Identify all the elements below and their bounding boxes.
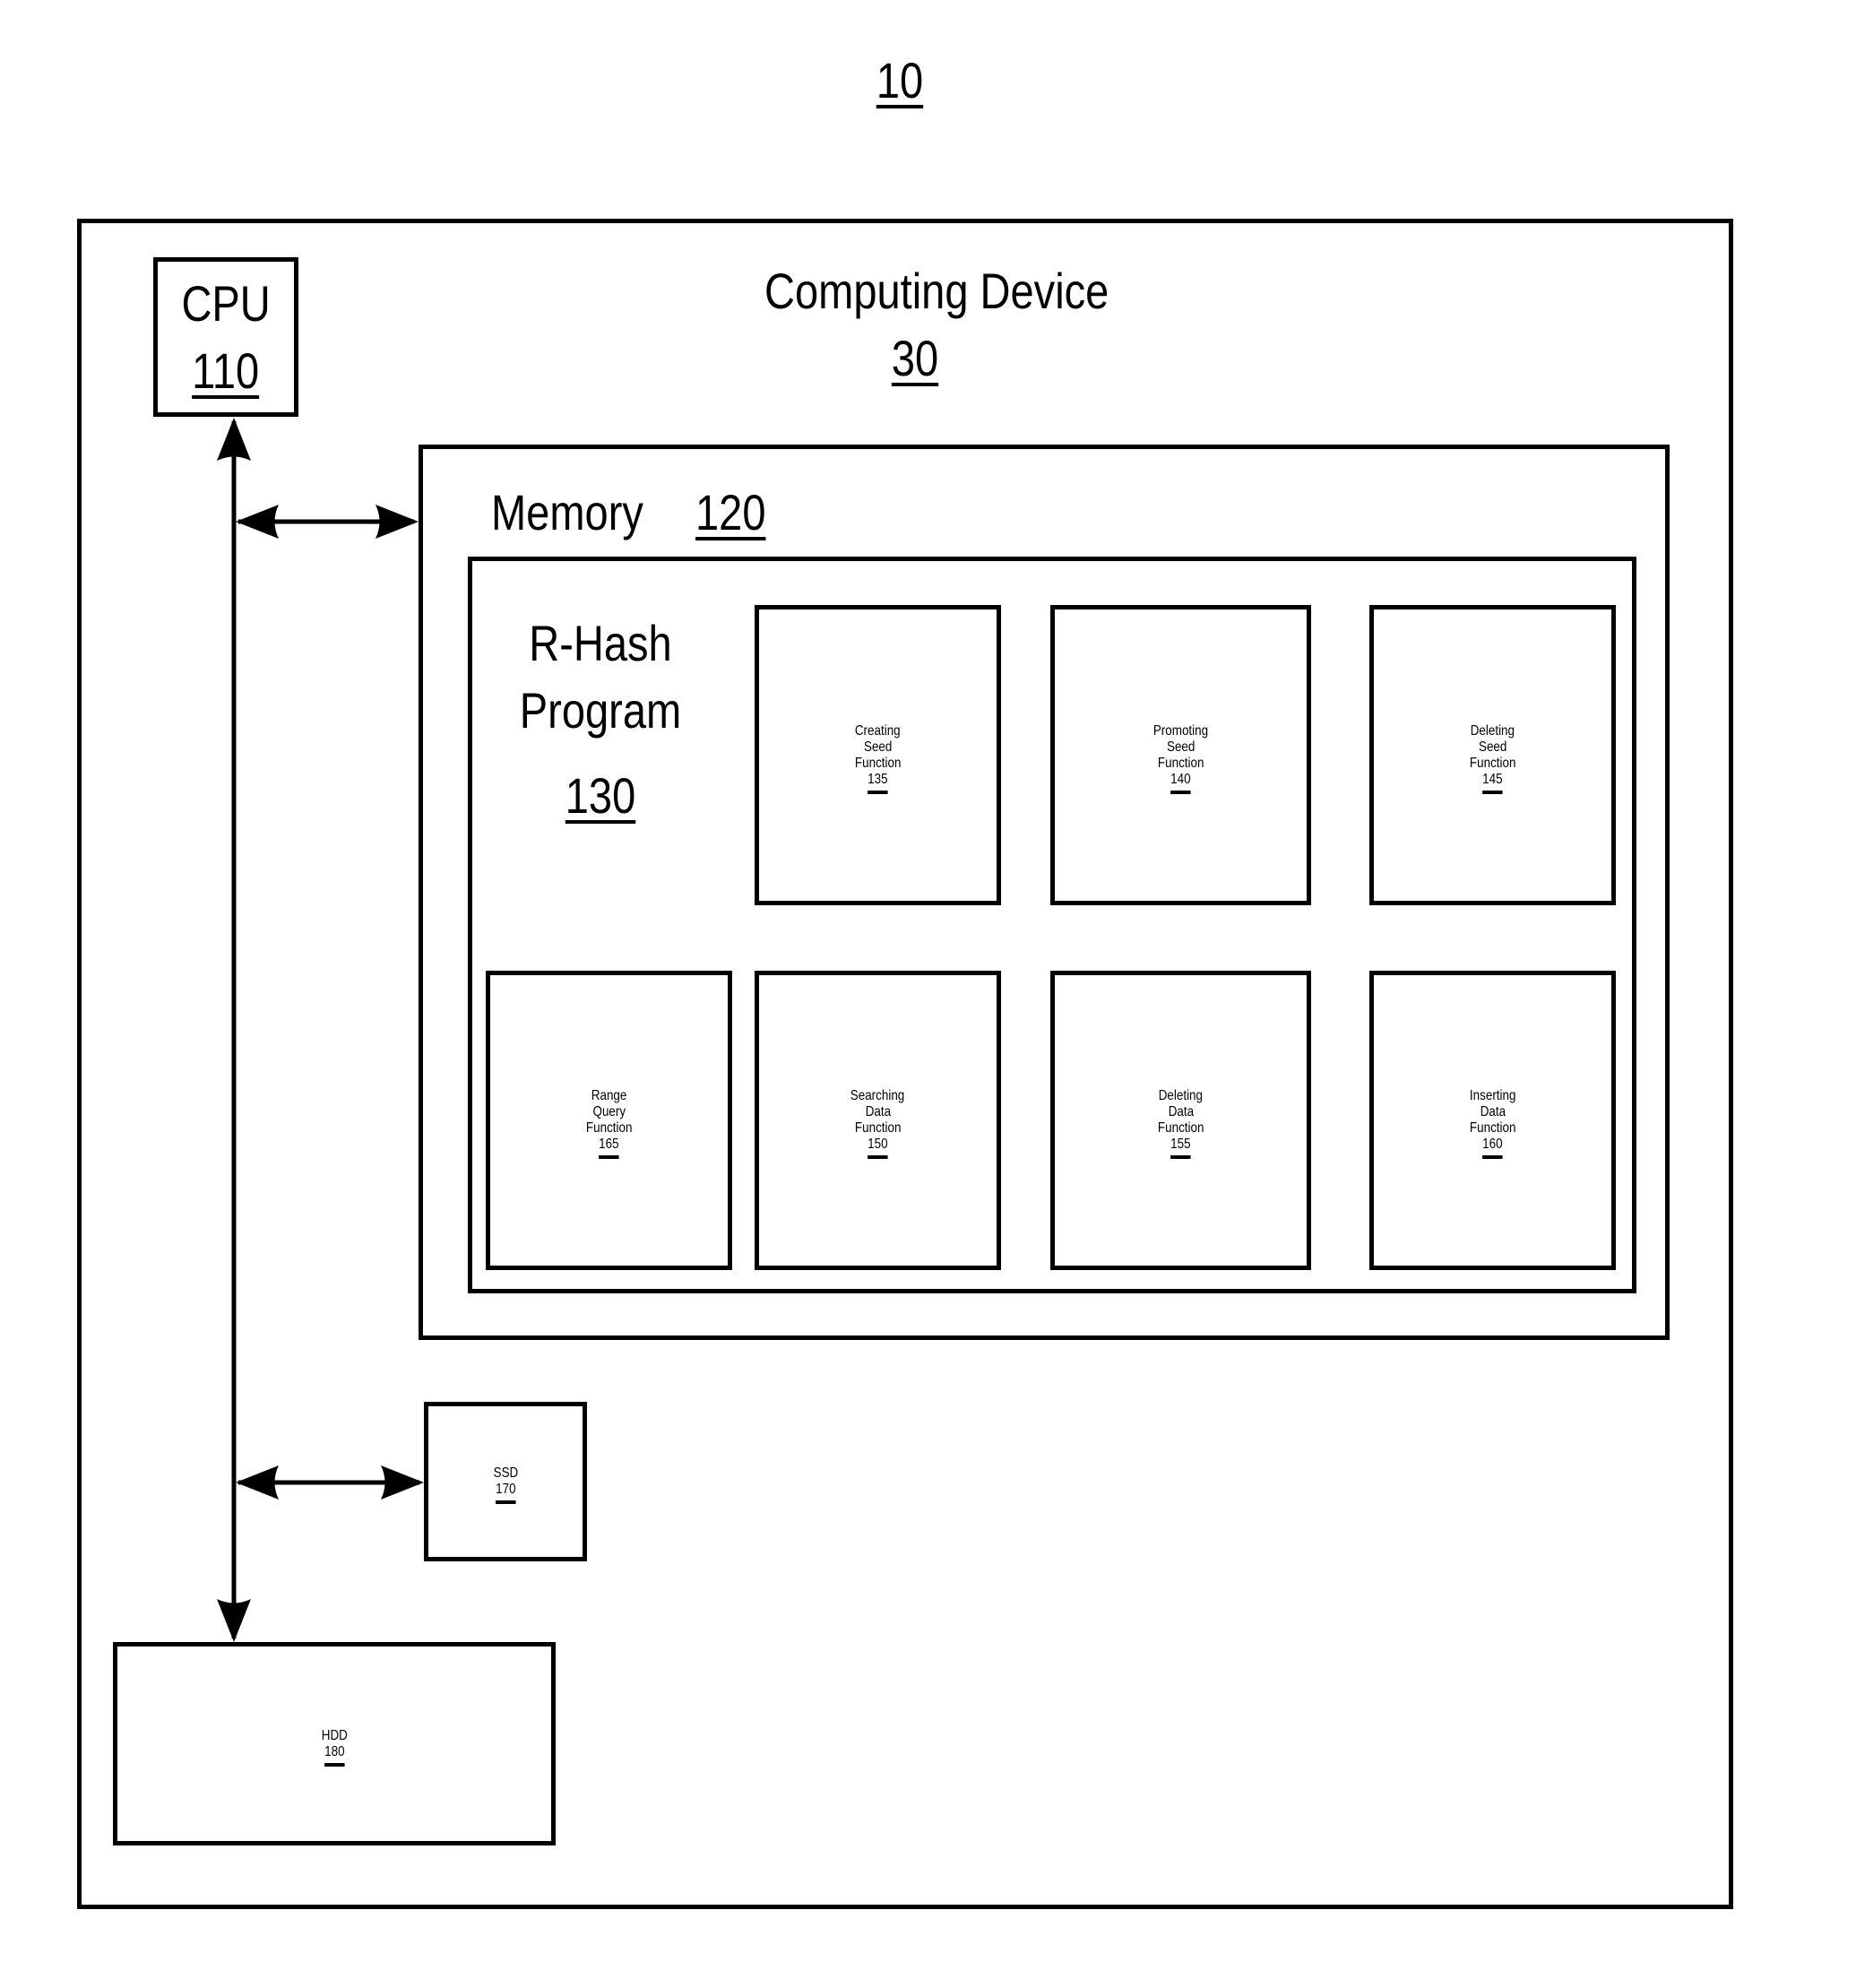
arrow-down-to-hdd-icon xyxy=(217,1599,251,1642)
arrow-right-to-ssd-icon xyxy=(381,1465,424,1500)
arrow-left-to-bus-ssd-icon xyxy=(236,1465,279,1500)
arrow-up-to-cpu-icon xyxy=(217,418,251,461)
arrow-left-to-bus-icon xyxy=(236,505,279,539)
bus-connectors xyxy=(217,418,424,1642)
arrow-right-to-memory-icon xyxy=(376,505,419,539)
